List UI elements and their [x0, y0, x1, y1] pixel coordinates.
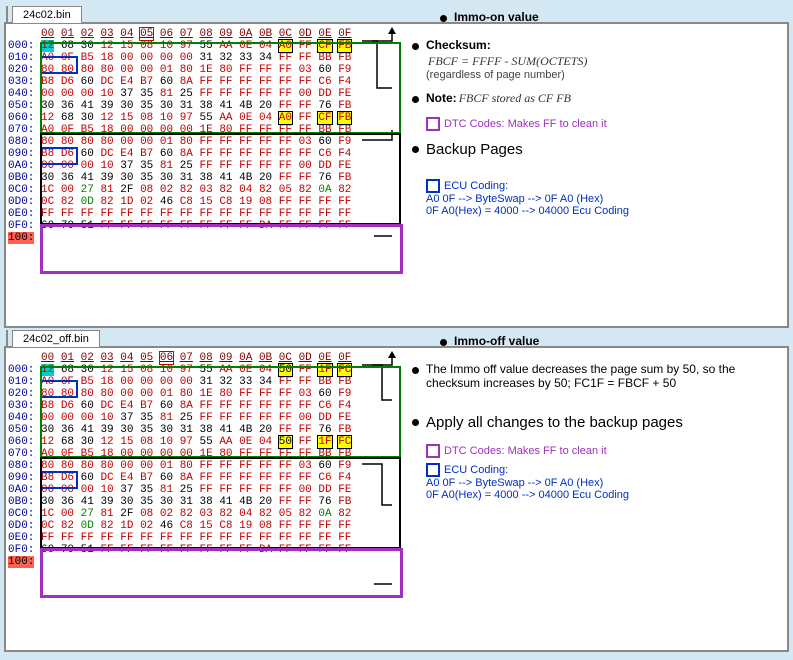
- page-border: [40, 42, 401, 134]
- backup-page-border: [40, 133, 401, 225]
- hex-dump-bottom[interactable]: 00 01 02 03 04 05 06 07 08 09 0A 0B 0C 0…: [6, 350, 362, 650]
- backup-page-border: [40, 457, 401, 549]
- ecu-line2: 0F A0(Hex) = 4000 --> 04000 Ecu Coding: [426, 489, 783, 501]
- page-border: [40, 366, 401, 458]
- ecu-title: ECU Coding:: [444, 464, 508, 476]
- ecu-line2: 0F A0(Hex) = 4000 --> 04000 Ecu Coding: [426, 205, 783, 217]
- file-tab[interactable]: 24c02_off.bin: [12, 330, 100, 347]
- file-tab[interactable]: 24c02.bin: [12, 6, 82, 23]
- dtc-note: DTC Codes: Makes FF to clean it: [444, 118, 607, 130]
- immo-off-label: Immo-off value: [454, 334, 539, 348]
- note-body: FBCF stored as CF FB: [459, 91, 571, 105]
- checksum-subnote: (regardless of page number): [426, 69, 783, 81]
- notes-top: Immo-on value Checksum: FBCF = FFFF - SU…: [402, 26, 787, 326]
- apply-changes-label: Apply all changes to the backup pages: [426, 414, 683, 431]
- dtc-marker-icon: [426, 444, 440, 458]
- checksum-title: Checksum:: [426, 38, 491, 52]
- ecu-title: ECU Coding:: [444, 180, 508, 192]
- backup-pages-label: Backup Pages: [426, 141, 523, 158]
- dtc-codes-box: [40, 224, 403, 274]
- immo-on-label: Immo-on value: [454, 10, 539, 24]
- note-title: Note:: [426, 91, 457, 105]
- dtc-marker-icon: [426, 117, 440, 131]
- hex-panel-top: 24c02.bin 00 01 02 03 04 05 06 07 08 09 …: [4, 22, 789, 328]
- immo-off-explanation: The Immo off value decreases the page su…: [426, 362, 735, 390]
- ecu-marker-icon: [426, 463, 440, 477]
- dtc-codes-box: [40, 548, 403, 598]
- hex-dump-top[interactable]: 00 01 02 03 04 05 06 07 08 09 0A 0B 0C 0…: [6, 26, 362, 326]
- dtc-note: DTC Codes: Makes FF to clean it: [444, 445, 607, 457]
- notes-bottom: Immo-off value The Immo off value decrea…: [402, 350, 787, 650]
- hex-panel-bottom: 24c02_off.bin 00 01 02 03 04 05 06 07 08…: [4, 346, 789, 652]
- ecu-line1: A0 0F --> ByteSwap --> 0F A0 (Hex): [426, 193, 783, 205]
- ecu-line1: A0 0F --> ByteSwap --> 0F A0 (Hex): [426, 477, 783, 489]
- ecu-marker-icon: [426, 179, 440, 193]
- checksum-formula: FBCF = FFFF - SUM(OCTETS): [428, 54, 783, 69]
